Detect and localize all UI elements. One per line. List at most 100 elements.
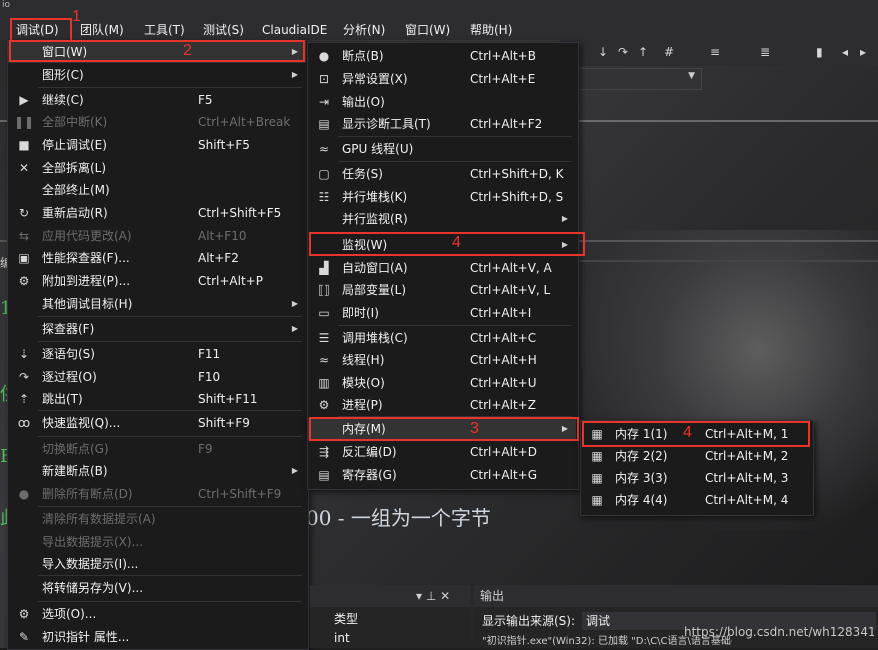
debug-menu-item-shortcut: F5 bbox=[198, 93, 213, 107]
window-menu-item[interactable]: ▥ 模块(O) Ctrl+Alt+U bbox=[308, 372, 576, 394]
window-menu-item-shortcut: Ctrl+Alt+E bbox=[470, 72, 536, 86]
window-menu-item[interactable]: ≈ 线程(H) Ctrl+Alt+H bbox=[308, 349, 576, 371]
window-menu-item[interactable]: ▢ 任务(S) Ctrl+Shift+D, K bbox=[308, 163, 576, 185]
window-menu-item[interactable]: ▤ 显示诊断工具(T) Ctrl+Alt+F2 bbox=[308, 113, 576, 135]
window-menu-item[interactable]: ● 断点(B) Ctrl+Alt+B bbox=[308, 45, 576, 67]
menu-claudiaide[interactable]: ClaudiaIDE bbox=[262, 20, 327, 40]
debug-menu-item-label: 将转储另存为(V)... bbox=[42, 581, 144, 595]
bookmark-prev-icon[interactable]: ◂ bbox=[842, 45, 848, 59]
debug-menu-item[interactable]: 导入数据提示(I)... bbox=[8, 553, 306, 575]
gpu-thread-icon: ≈ bbox=[318, 142, 330, 156]
debug-menu-item[interactable]: ⇡ 跳出(T) Shift+F11 bbox=[8, 388, 306, 410]
memory-menu-item-shortcut: Ctrl+Alt+M, 4 bbox=[705, 493, 789, 507]
debug-menu-item[interactable]: 导出数据提示(X)... bbox=[8, 531, 306, 553]
debug-menu-item[interactable]: ⇆ 应用代码更改(A) Alt+F10 bbox=[8, 225, 306, 247]
highlight-box bbox=[309, 417, 579, 441]
debug-menu-item[interactable]: ⚙ 选项(O)... bbox=[8, 603, 306, 625]
window-menu-item[interactable]: ⚙ 进程(P) Ctrl+Alt+Z bbox=[308, 394, 576, 416]
debug-menu-item[interactable]: 切换断点(G) F9 bbox=[8, 438, 306, 460]
debug-menu-item[interactable]: 探查器(F) ▶ bbox=[8, 318, 306, 340]
debug-menu-item[interactable]: ✎ 初识指针 属性... bbox=[8, 626, 306, 648]
debug-menu-item-shortcut: Ctrl+Shift+F5 bbox=[198, 206, 282, 220]
config-combo[interactable]: ▼ bbox=[560, 68, 702, 90]
menu-separator bbox=[338, 161, 572, 162]
window-menu-item-label: 自动窗口(A) bbox=[342, 261, 408, 275]
memory-menu-item-label: 内存 4(4) bbox=[615, 493, 668, 507]
debug-menu-item[interactable]: ↷ 逐过程(O) F10 bbox=[8, 366, 306, 388]
step-into-icon[interactable]: ↓ bbox=[598, 45, 608, 59]
panel-controls[interactable]: ▾ ⊥ ✕ bbox=[416, 585, 450, 607]
menu-separator bbox=[38, 506, 302, 507]
memory-menu-item-shortcut: Ctrl+Alt+M, 3 bbox=[705, 471, 789, 485]
menu-analyze[interactable]: 分析(N) bbox=[343, 20, 385, 40]
window-menu-item[interactable]: ⟦⟧ 局部变量(L) Ctrl+Alt+V, L bbox=[308, 279, 576, 301]
step-over-icon[interactable]: ↷ bbox=[618, 45, 628, 59]
debug-menu-item-shortcut: Alt+F2 bbox=[198, 251, 239, 265]
debug-menu-item-label: 停止调试(E) bbox=[42, 138, 107, 152]
window-menu-item[interactable]: 并行监视(R) ▶ bbox=[308, 208, 576, 230]
window-menu-item[interactable]: ☷ 并行堆栈(K) Ctrl+Shift+D, S bbox=[308, 186, 576, 208]
debug-menu-item[interactable]: ⇣ 逐语句(S) F11 bbox=[8, 343, 306, 365]
debug-menu-item[interactable]: ✕ 全部拆离(L) bbox=[8, 157, 306, 179]
window-menu-item-label: 并行堆栈(K) bbox=[342, 190, 408, 204]
window-menu-item[interactable]: ▭ 即时(I) Ctrl+Alt+I bbox=[308, 302, 576, 324]
menu-test[interactable]: 测试(S) bbox=[203, 20, 244, 40]
debug-menu-item-shortcut: F11 bbox=[198, 347, 221, 361]
menu-help[interactable]: 帮助(H) bbox=[470, 20, 512, 40]
debug-menu-item[interactable]: ■ 停止调试(E) Shift+F5 bbox=[8, 134, 306, 156]
window-menu-item-label: 输出(O) bbox=[342, 95, 385, 109]
debug-menu-item-label: 应用代码更改(A) bbox=[42, 229, 132, 243]
debug-menu-item[interactable]: 图形(C) ▶ bbox=[8, 64, 306, 86]
indent-icon[interactable]: ≡ bbox=[710, 45, 720, 59]
window-menu-item-label: 任务(S) bbox=[342, 167, 383, 181]
window-menu-item[interactable]: ☰ 调用堆栈(C) Ctrl+Alt+C bbox=[308, 327, 576, 349]
debug-menu-item-label: 性能探查器(F)... bbox=[42, 251, 130, 265]
apply-code-icon: ⇆ bbox=[18, 229, 30, 243]
hex-icon[interactable]: # bbox=[664, 45, 674, 59]
debug-menu-item[interactable]: ↻ 重新启动(R) Ctrl+Shift+F5 bbox=[8, 202, 306, 224]
chevron-right-icon: ▶ bbox=[291, 466, 298, 475]
debug-menu-item-label: 图形(C) bbox=[42, 68, 84, 82]
window-menu-item[interactable]: ▟ 自动窗口(A) Ctrl+Alt+V, A bbox=[308, 257, 576, 279]
debug-menu-item-label: 其他调试目标(H) bbox=[42, 297, 133, 311]
align-icon[interactable]: ≣ bbox=[760, 45, 770, 59]
debug-menu-item[interactable]: 清除所有数据提示(A) bbox=[8, 508, 306, 530]
output-source-label: 显示输出来源(S): bbox=[482, 614, 576, 628]
debug-menu-item-label: 快速监视(Q)... bbox=[42, 416, 121, 430]
column-header-type[interactable]: 类型 bbox=[334, 610, 358, 627]
window-menu-item-label: 调用堆栈(C) bbox=[342, 331, 408, 345]
debug-menu-item[interactable]: ⚙ 附加到进程(P)... Ctrl+Alt+P bbox=[8, 270, 306, 292]
debug-menu-item[interactable]: ❚❚ 全部中断(K) Ctrl+Alt+Break bbox=[8, 111, 306, 133]
window-menu-item[interactable]: ⇶ 反汇编(D) Ctrl+Alt+D bbox=[308, 441, 576, 463]
debug-menu-item[interactable]: 全部终止(M) bbox=[8, 179, 306, 201]
window-menu-item-shortcut: Ctrl+Alt+Z bbox=[470, 398, 536, 412]
debug-menu-item[interactable]: ▶ 继续(C) F5 bbox=[8, 89, 306, 111]
bookmark-next-icon[interactable]: ▸ bbox=[860, 45, 866, 59]
memory-menu-item[interactable]: ▦ 内存 4(4) Ctrl+Alt+M, 4 bbox=[581, 489, 811, 511]
debug-menu-item[interactable]: ꝏ 快速监视(Q)... Shift+F9 bbox=[8, 412, 306, 434]
window-menu-item[interactable]: ≈ GPU 线程(U) bbox=[308, 138, 576, 160]
debug-menu-item[interactable]: 新建断点(B) ▶ bbox=[8, 460, 306, 482]
step-out-icon[interactable]: ↑ bbox=[638, 45, 648, 59]
debug-menu-item[interactable]: 将转储另存为(V)... bbox=[8, 577, 306, 599]
debug-menu-item[interactable]: ● 删除所有断点(D) Ctrl+Shift+F9 bbox=[8, 483, 306, 505]
memory-menu-item[interactable]: ▦ 内存 3(3) Ctrl+Alt+M, 3 bbox=[581, 467, 811, 489]
menu-window[interactable]: 窗口(W) bbox=[405, 20, 450, 40]
menu-tools[interactable]: 工具(T) bbox=[144, 20, 185, 40]
annotation-number: 4 bbox=[683, 424, 692, 441]
window-menu-item[interactable]: ▤ 寄存器(G) Ctrl+Alt+G bbox=[308, 464, 576, 486]
menu-team[interactable]: 团队(M) bbox=[80, 20, 124, 40]
gear-icon: ⚙ bbox=[18, 607, 30, 621]
window-menu-item-label: GPU 线程(U) bbox=[342, 142, 414, 156]
menu-separator bbox=[38, 601, 302, 602]
debug-menu-item[interactable]: ▣ 性能探查器(F)... Alt+F2 bbox=[8, 247, 306, 269]
menu-separator bbox=[338, 325, 572, 326]
step-over-icon: ↷ bbox=[18, 370, 30, 384]
annotation-number: 2 bbox=[183, 42, 192, 59]
memory-menu-item[interactable]: ▦ 内存 2(2) Ctrl+Alt+M, 2 bbox=[581, 445, 811, 467]
window-menu-item[interactable]: ⇥ 输出(O) bbox=[308, 91, 576, 113]
debug-menu: 窗口(W) ▶ 图形(C) ▶ ▶ 继续(C) F5 ❚❚ 全部中断(K) Ctrl+Alt+Br… bbox=[7, 40, 309, 650]
bookmark-icon[interactable]: ▮ bbox=[816, 45, 823, 59]
window-menu-item[interactable]: ⊡ 异常设置(X) Ctrl+Alt+E bbox=[308, 68, 576, 90]
debug-menu-item[interactable]: 其他调试目标(H) ▶ bbox=[8, 293, 306, 315]
